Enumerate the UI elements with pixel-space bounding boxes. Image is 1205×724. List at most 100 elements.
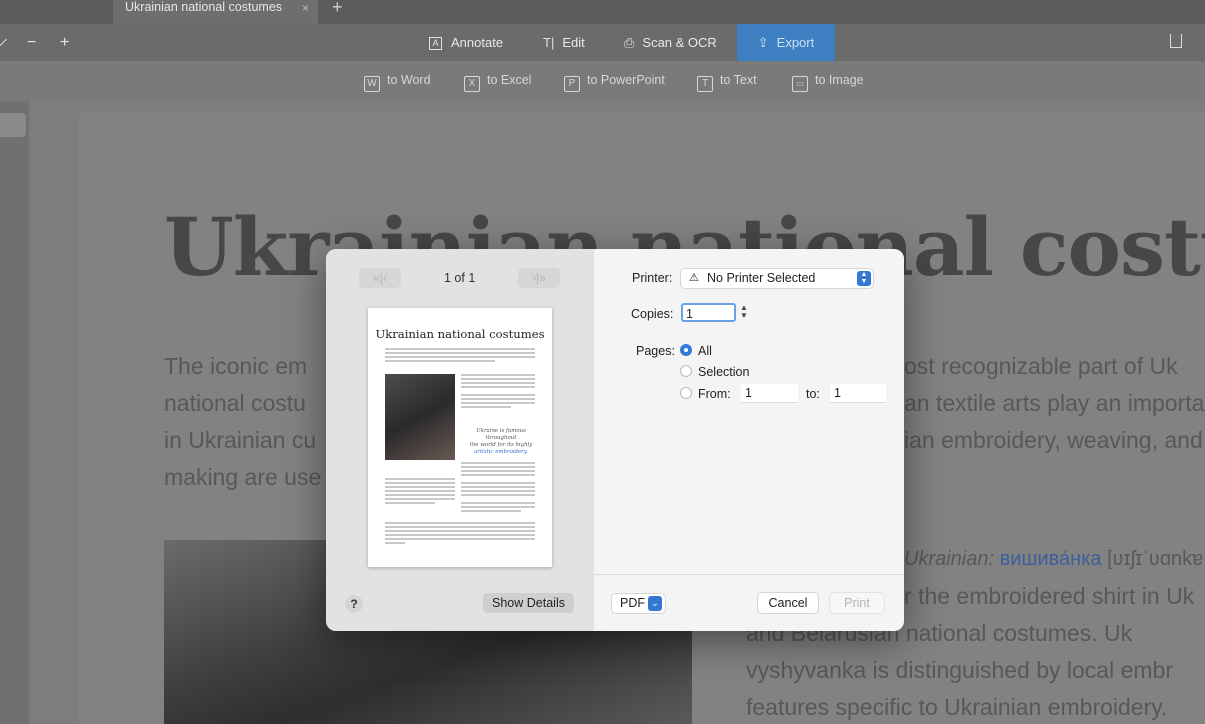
share-icon[interactable] [1170,34,1182,48]
annotate-button[interactable]: A Annotate [429,24,503,61]
tab-title: Ukrainian national costumes [125,0,283,14]
pages-all-radio[interactable] [680,344,692,356]
preview-image [385,374,455,460]
body-text-line: in Ukrainian cu [164,427,317,453]
show-details-button[interactable]: Show Details [483,593,574,613]
footer-divider [594,574,904,575]
pages-selection-radio[interactable] [680,365,692,377]
export-label: Export [776,35,815,50]
preview-text-line [461,398,535,400]
printer-value: No Printer Selected [707,271,816,285]
preview-text-line [461,474,535,476]
copies-field[interactable]: 1 [681,303,736,322]
preview-quote-line: the world for its highly [469,442,533,448]
zoom-in-button[interactable]: + [60,24,69,61]
to-page-field[interactable]: 1 [830,384,886,402]
pages-selection-label: Selection [698,365,750,379]
pages-all-label: All [698,344,712,358]
preview-text-line [385,352,535,354]
preview-title: Ukrainian national costumes [375,327,545,341]
preview-text-line [461,402,535,404]
powerpoint-icon: P [564,76,580,92]
preview-text-line [461,382,535,384]
body-text-line: ian embroidery, weaving, and [904,427,1203,453]
body-text-line: vyshyvanka is distinguished by local emb… [746,657,1173,683]
preview-text-line [385,482,455,484]
preview-text-line [461,406,511,408]
printer-label: Printer: [632,271,673,285]
export-to-powerpoint-button[interactable]: Pto PowerPoint [564,73,665,92]
preview-text-line [385,478,455,480]
print-preview-pane: «|‹ 1 of 1 ›|» Ukrainian national costum… [326,249,594,631]
export-to-image-button[interactable]: ▭ to Image [792,73,864,92]
scan-ocr-button[interactable]: ⎙ Scan & OCR [624,24,717,61]
pages-range-radio[interactable] [680,387,692,399]
preview-text-line [461,386,535,388]
preview-text-line [385,348,535,350]
scan-ocr-label: Scan & OCR [642,35,717,50]
preview-text-line [385,502,435,504]
preview-text-line [385,522,535,524]
page-indicator: 1 of 1 [444,271,476,285]
body-text-line: an textile arts play an importa [904,390,1205,416]
export-to-text-button[interactable]: Tto Text [697,73,757,92]
edit-label: Edit [562,35,585,50]
chevron-up-down-icon: ▲ ▼ [857,271,871,286]
preview-text-line [461,470,535,472]
print-button[interactable]: Print [830,593,884,613]
preview-text-line [385,360,495,362]
preview-text-line [461,502,535,504]
export-toolbar: Wto Word Xto Excel Pto PowerPoint Tto Te… [0,61,1205,101]
preview-text-line [385,542,405,544]
etymology-line: Ukrainian: вишива́нка [ʋɪʃɪˈʋɑnkɐ [904,548,1203,571]
next-last-page-button[interactable]: ›|» [518,268,560,288]
pdf-menu-button[interactable]: PDF ⌄ [612,594,665,613]
tab-close-icon[interactable]: × [302,1,309,15]
cancel-button[interactable]: Cancel [758,593,818,613]
edit-button[interactable]: T| Edit [543,24,585,61]
scanner-icon: ⎙ [624,35,635,50]
preview-quote-line: Ukraine is famous throughout [476,428,526,441]
preview-text-line [461,462,535,464]
pages-label: Pages: [636,344,675,358]
preview-text-line [461,466,535,468]
tab-ukrainian-national-costumes[interactable]: Ukrainian national costumes × [113,0,318,24]
print-settings-pane: Printer: Copies: Pages: All Selection Fr… [594,249,904,631]
to-text-label: to Text [720,73,757,87]
page-preview: Ukrainian national costumes Ukraine is f… [368,308,552,567]
preview-text-line [461,394,535,396]
help-button[interactable]: ? [345,595,363,613]
chevron-down-icon[interactable] [0,33,7,46]
copies-stepper[interactable]: ▲ ▼ [740,304,748,320]
share-icon: ⇪ [757,35,769,50]
export-to-word-button[interactable]: Wto Word [364,73,431,92]
text-cursor-icon: T| [543,35,555,50]
to-excel-label: to Excel [487,73,532,87]
sidebar-tab[interactable] [0,113,26,137]
etymology-ipa: [ʋɪʃɪˈʋɑnkɐ [1107,548,1204,570]
preview-text-line [461,378,535,380]
body-text-line: ost recognizable part of Uk [904,353,1178,379]
preview-quote: Ukraine is famous throughout the world f… [461,428,541,456]
excel-icon: X [464,76,480,92]
preview-text-line [385,526,535,528]
new-tab-icon[interactable]: + [332,0,343,18]
main-toolbar: − + A Annotate T| Edit ⎙ Scan & OCR ⇪ Export [0,24,1205,61]
zoom-out-button[interactable]: − [27,24,36,61]
preview-text-line [385,486,455,488]
export-to-excel-button[interactable]: Xto Excel [464,73,531,92]
preview-text-line [385,498,455,500]
copies-label: Copies: [631,307,674,321]
first-prev-page-button[interactable]: «|‹ [359,268,401,288]
from-page-field[interactable]: 1 [741,384,798,402]
body-text-line: national costu [164,390,306,416]
preview-quote-line: artistic embroidery. [474,449,528,455]
printer-select[interactable]: ⚠ No Printer Selected ▲ ▼ [681,269,873,288]
preview-text-line [461,482,535,484]
body-text-line: The iconic em [164,353,308,379]
image-icon: ▭ [792,76,808,92]
etymology-cyrillic: вишива́нка [999,548,1102,570]
chevron-down-icon: ⌄ [648,596,662,611]
etymology-lang: Ukrainian: [904,548,995,570]
export-button[interactable]: ⇪ Export [737,24,835,61]
